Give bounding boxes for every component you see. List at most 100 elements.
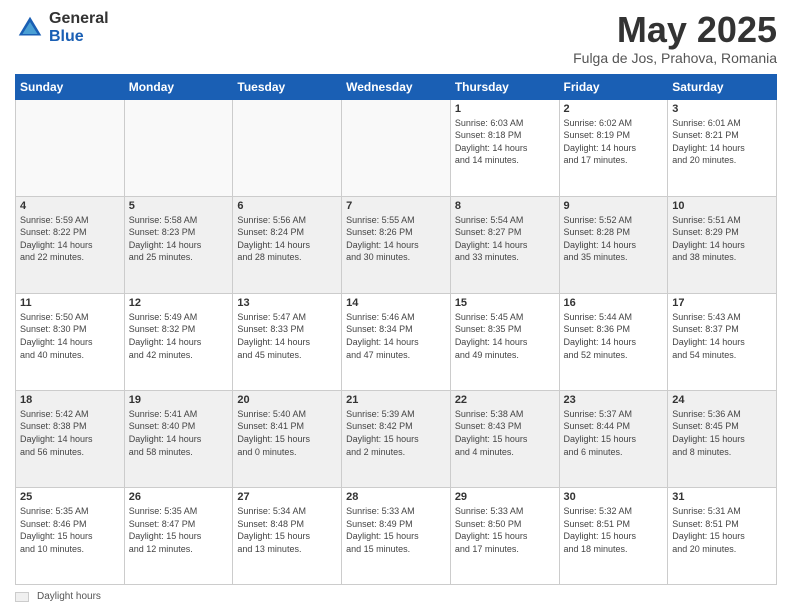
calendar-day: 21Sunrise: 5:39 AM Sunset: 8:42 PM Dayli… [342, 390, 451, 487]
day-info: Sunrise: 6:01 AM Sunset: 8:21 PM Dayligh… [672, 117, 772, 167]
logo-general: General [49, 10, 109, 28]
day-info: Sunrise: 5:44 AM Sunset: 8:36 PM Dayligh… [564, 311, 664, 361]
calendar-day: 12 Sunrise: 5:49 AM Sunset: 8:32 PM Dayli… [124, 293, 233, 390]
day-info: Sunrise: 5:56 AM Sunset: 8:24 PM Dayligh… [237, 214, 337, 264]
day-number: 31 [672, 491, 772, 503]
calendar-day: 14 Sunrise: 5:46 AM Sunset: 8:34 PM Dayli… [342, 293, 451, 390]
calendar-week-1: 4Sunrise: 5:59 AM Sunset: 8:22 PM Daylig… [16, 196, 777, 293]
day-number: 11 [20, 297, 120, 309]
calendar-day [233, 99, 342, 196]
day-info: Sunrise: 5:55 AM Sunset: 8:26 PM Dayligh… [346, 214, 446, 264]
calendar-day: 4Sunrise: 5:59 AM Sunset: 8:22 PM Daylig… [16, 196, 125, 293]
calendar-day: 20Sunrise: 5:40 AM Sunset: 8:41 PM Dayli… [233, 390, 342, 487]
day-info: Sunrise: 5:35 AM Sunset: 8:47 PM Dayligh… [129, 505, 229, 555]
day-info: Sunrise: 5:54 AM Sunset: 8:27 PM Dayligh… [455, 214, 555, 264]
calendar-day: 22 Sunrise: 5:38 AM Sunset: 8:43 PM Dayli… [450, 390, 559, 487]
day-number: 28 [346, 491, 446, 503]
day-info: Sunrise: 5:42 AM Sunset: 8:38 PM Dayligh… [20, 408, 120, 458]
calendar-day: 29 Sunrise: 5:33 AM Sunset: 8:50 PM Dayli… [450, 487, 559, 584]
day-number: 13 [237, 297, 337, 309]
calendar-day: 2 Sunrise: 6:02 AM Sunset: 8:19 PM Daylig… [559, 99, 668, 196]
day-number: 10 [672, 200, 772, 212]
calendar-day: 31 Sunrise: 5:31 AM Sunset: 8:51 PM Dayli… [668, 487, 777, 584]
calendar-header-saturday: Saturday [668, 74, 777, 99]
calendar-day: 11 Sunrise: 5:50 AM Sunset: 8:30 PM Dayli… [16, 293, 125, 390]
day-info: Sunrise: 5:38 AM Sunset: 8:43 PM Dayligh… [455, 408, 555, 458]
title-block: May 2025 Fulga de Jos, Prahova, Romania [573, 10, 777, 66]
calendar-day: 3 Sunrise: 6:01 AM Sunset: 8:21 PM Daylig… [668, 99, 777, 196]
day-info: Sunrise: 5:58 AM Sunset: 8:23 PM Dayligh… [129, 214, 229, 264]
day-info: Sunrise: 5:46 AM Sunset: 8:34 PM Dayligh… [346, 311, 446, 361]
day-info: Sunrise: 5:43 AM Sunset: 8:37 PM Dayligh… [672, 311, 772, 361]
day-number: 26 [129, 491, 229, 503]
day-info: Sunrise: 6:02 AM Sunset: 8:19 PM Dayligh… [564, 117, 664, 167]
calendar-day: 15Sunrise: 5:45 AM Sunset: 8:35 PM Dayli… [450, 293, 559, 390]
day-number: 7 [346, 200, 446, 212]
day-number: 29 [455, 491, 555, 503]
calendar: SundayMondayTuesdayWednesdayThursdayFrid… [15, 74, 777, 585]
day-info: Sunrise: 5:33 AM Sunset: 8:50 PM Dayligh… [455, 505, 555, 555]
day-number: 8 [455, 200, 555, 212]
day-info: Sunrise: 5:31 AM Sunset: 8:51 PM Dayligh… [672, 505, 772, 555]
logo-blue: Blue [49, 28, 109, 46]
calendar-header-row: SundayMondayTuesdayWednesdayThursdayFrid… [16, 74, 777, 99]
calendar-day: 25 Sunrise: 5:35 AM Sunset: 8:46 PM Dayli… [16, 487, 125, 584]
day-number: 1 [455, 103, 555, 115]
logo-icon [15, 13, 45, 43]
day-info: Sunrise: 5:35 AM Sunset: 8:46 PM Dayligh… [20, 505, 120, 555]
calendar-header-friday: Friday [559, 74, 668, 99]
day-number: 4 [20, 200, 120, 212]
calendar-header-monday: Monday [124, 74, 233, 99]
calendar-week-0: 1 Sunrise: 6:03 AM Sunset: 8:18 PM Daylig… [16, 99, 777, 196]
day-number: 22 [455, 394, 555, 406]
calendar-day: 18 Sunrise: 5:42 AM Sunset: 8:38 PM Dayli… [16, 390, 125, 487]
calendar-day: 24Sunrise: 5:36 AM Sunset: 8:45 PM Dayli… [668, 390, 777, 487]
calendar-day: 16 Sunrise: 5:44 AM Sunset: 8:36 PM Dayli… [559, 293, 668, 390]
calendar-day [16, 99, 125, 196]
legend-label: Daylight hours [37, 591, 101, 602]
calendar-week-2: 11 Sunrise: 5:50 AM Sunset: 8:30 PM Dayli… [16, 293, 777, 390]
day-number: 3 [672, 103, 772, 115]
day-number: 12 [129, 297, 229, 309]
day-number: 16 [564, 297, 664, 309]
calendar-week-4: 25 Sunrise: 5:35 AM Sunset: 8:46 PM Dayli… [16, 487, 777, 584]
calendar-day [342, 99, 451, 196]
day-info: Sunrise: 5:40 AM Sunset: 8:41 PM Dayligh… [237, 408, 337, 458]
calendar-day: 10 Sunrise: 5:51 AM Sunset: 8:29 PM Dayli… [668, 196, 777, 293]
day-info: Sunrise: 5:50 AM Sunset: 8:30 PM Dayligh… [20, 311, 120, 361]
day-number: 30 [564, 491, 664, 503]
header: General Blue May 2025 Fulga de Jos, Prah… [15, 10, 777, 66]
day-number: 21 [346, 394, 446, 406]
day-info: Sunrise: 5:52 AM Sunset: 8:28 PM Dayligh… [564, 214, 664, 264]
calendar-day: 13Sunrise: 5:47 AM Sunset: 8:33 PM Dayli… [233, 293, 342, 390]
calendar-day: 27Sunrise: 5:34 AM Sunset: 8:48 PM Dayli… [233, 487, 342, 584]
footer: Daylight hours [15, 591, 777, 602]
day-number: 25 [20, 491, 120, 503]
calendar-day: 19Sunrise: 5:41 AM Sunset: 8:40 PM Dayli… [124, 390, 233, 487]
day-info: Sunrise: 5:32 AM Sunset: 8:51 PM Dayligh… [564, 505, 664, 555]
day-info: Sunrise: 5:51 AM Sunset: 8:29 PM Dayligh… [672, 214, 772, 264]
day-number: 14 [346, 297, 446, 309]
calendar-week-3: 18 Sunrise: 5:42 AM Sunset: 8:38 PM Dayli… [16, 390, 777, 487]
calendar-day [124, 99, 233, 196]
location: Fulga de Jos, Prahova, Romania [573, 50, 777, 66]
calendar-day: 28Sunrise: 5:33 AM Sunset: 8:49 PM Dayli… [342, 487, 451, 584]
calendar-day: 7 Sunrise: 5:55 AM Sunset: 8:26 PM Daylig… [342, 196, 451, 293]
calendar-header-thursday: Thursday [450, 74, 559, 99]
calendar-day: 23Sunrise: 5:37 AM Sunset: 8:44 PM Dayli… [559, 390, 668, 487]
day-number: 18 [20, 394, 120, 406]
day-number: 17 [672, 297, 772, 309]
month-title: May 2025 [573, 10, 777, 50]
day-number: 5 [129, 200, 229, 212]
day-number: 2 [564, 103, 664, 115]
day-info: Sunrise: 5:37 AM Sunset: 8:44 PM Dayligh… [564, 408, 664, 458]
logo-text: General Blue [49, 10, 109, 45]
day-info: Sunrise: 5:49 AM Sunset: 8:32 PM Dayligh… [129, 311, 229, 361]
calendar-day: 9Sunrise: 5:52 AM Sunset: 8:28 PM Daylig… [559, 196, 668, 293]
page: General Blue May 2025 Fulga de Jos, Prah… [0, 0, 792, 612]
calendar-day: 6 Sunrise: 5:56 AM Sunset: 8:24 PM Daylig… [233, 196, 342, 293]
day-number: 6 [237, 200, 337, 212]
calendar-day: 26 Sunrise: 5:35 AM Sunset: 8:47 PM Dayli… [124, 487, 233, 584]
calendar-day: 8 Sunrise: 5:54 AM Sunset: 8:27 PM Daylig… [450, 196, 559, 293]
day-info: Sunrise: 6:03 AM Sunset: 8:18 PM Dayligh… [455, 117, 555, 167]
